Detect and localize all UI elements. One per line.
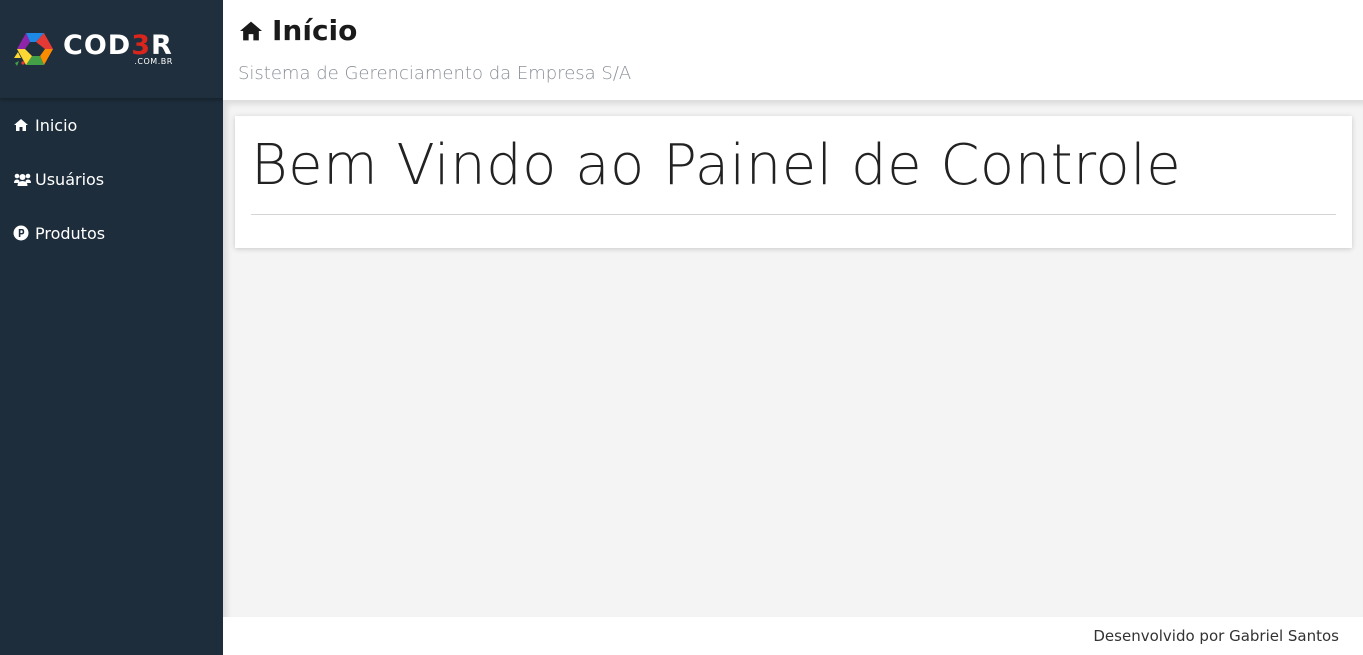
page-title-text: Início [272,14,358,47]
logo-word-part: COD [63,30,132,61]
home-icon [13,117,32,133]
sidebar-menu: Inicio Usuários Produtos [0,98,223,260]
logo-wordmark: COD3R [63,32,173,60]
sidebar-item-label: Usuários [35,169,105,189]
logo[interactable]: COD3R .COM.BR [0,0,223,98]
users-icon [13,171,32,187]
sidebar-item-inicio[interactable]: Inicio [0,98,223,152]
home-icon [240,21,262,40]
cod3r-logo-icon [14,33,53,66]
sidebar-item-usuarios[interactable]: Usuários [0,152,223,206]
page-subtitle: Sistema de Gerenciamento da Empresa S/A [238,63,632,84]
sidebar-item-label: Inicio [35,115,78,135]
sidebar-item-label: Produtos [35,223,106,243]
sidebar: COD3R .COM.BR Inicio Usuários Produtos [0,0,223,655]
product-hunt-icon [13,225,32,241]
page-footer: Desenvolvido por Gabriel Santos [223,617,1363,655]
page-header: Início Sistema de Gerenciamento da Empre… [223,0,1363,100]
page-title: Início [238,14,357,47]
divider [251,214,1336,215]
welcome-heading: Bem Vindo ao Painel de Controle [251,133,1182,198]
sidebar-item-produtos[interactable]: Produtos [0,206,223,260]
logo-domain: .COM.BR [134,57,173,66]
logo-text: COD3R .COM.BR [63,32,173,66]
main-content: Bem Vindo ao Painel de Controle [223,100,1363,617]
footer-credit: Desenvolvido por Gabriel Santos [1093,627,1339,645]
welcome-card: Bem Vindo ao Painel de Controle [235,116,1352,248]
app-root: COD3R .COM.BR Inicio Usuários Produtos I… [0,0,1363,655]
